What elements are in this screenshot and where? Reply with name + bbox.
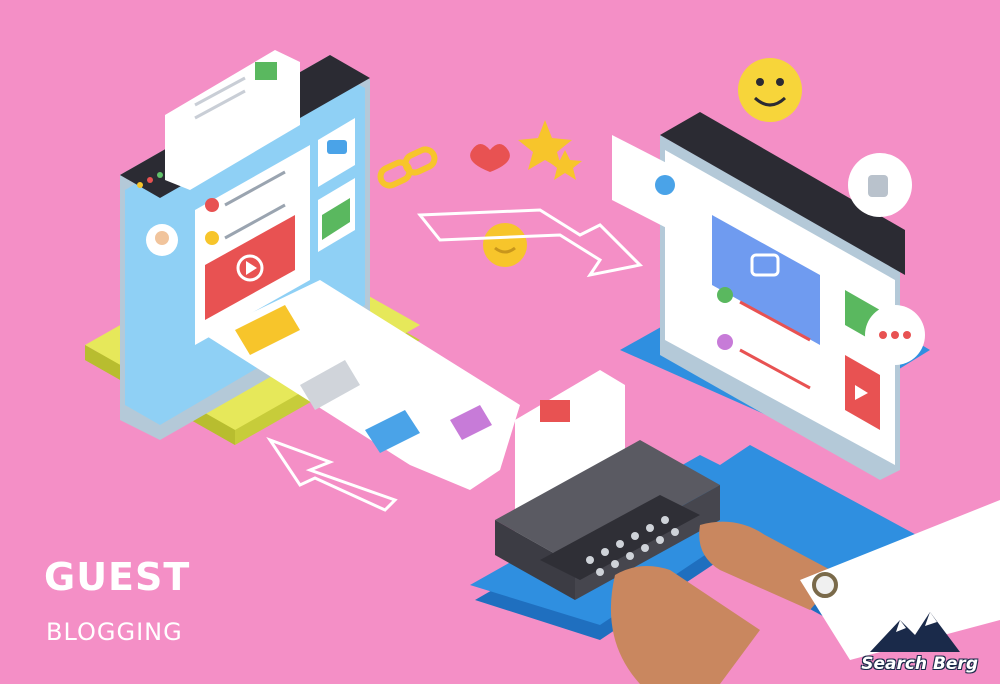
arrow-left-icon (266, 437, 398, 512)
brand-name[interactable]: Search Berg (861, 654, 978, 674)
subheadline: BLOGGING (46, 618, 183, 646)
headline: GUEST (44, 555, 191, 599)
smiley-icon (738, 58, 802, 122)
camera-icon (327, 140, 347, 154)
watch-icon (812, 572, 838, 598)
coin-smiley-icon (483, 223, 527, 267)
heart-icon (470, 144, 510, 172)
arrow-right-icon (416, 208, 644, 278)
link-icon (377, 146, 438, 189)
